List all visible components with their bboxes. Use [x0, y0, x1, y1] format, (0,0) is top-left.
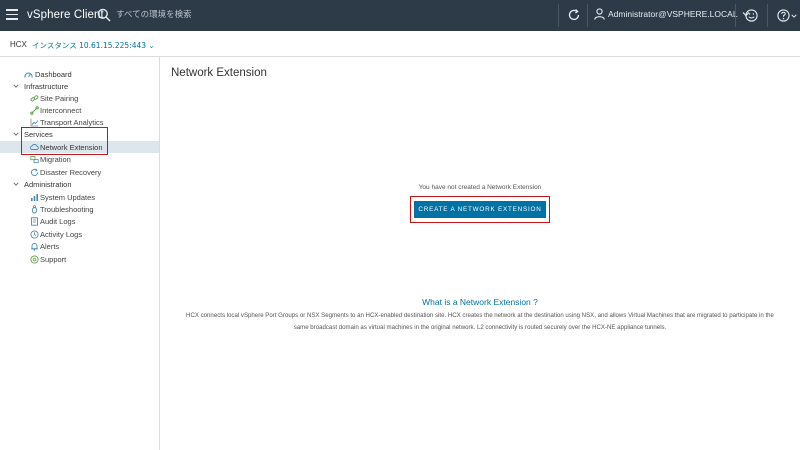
sidebar-group-administration[interactable]: Administration: [0, 178, 159, 190]
search-icon: [97, 8, 111, 22]
empty-state-message: You have not created a Network Extension: [418, 184, 542, 191]
sidebar-item-support[interactable]: Support: [0, 253, 159, 265]
sidebar-item-label: System Updates: [40, 192, 96, 202]
sidebar-group-services[interactable]: Services: [0, 128, 159, 140]
sidebar-item-site-pairing[interactable]: Site Pairing: [0, 92, 159, 104]
sidebar-group-infrastructure[interactable]: Infrastructure: [0, 80, 159, 92]
sidebar-item-label: Support: [40, 254, 67, 264]
hamburger-menu-icon[interactable]: [6, 9, 18, 21]
sidebar-item-migration[interactable]: Migration: [0, 153, 159, 165]
user-label: Administrator@VSPHERE.LOCAL: [608, 9, 738, 19]
sub-header: HCX インスタンス 10.61.15.225:443 ⌄: [0, 31, 800, 57]
app-name: HCX: [10, 40, 27, 49]
sidebar-group-label: Infrastructure: [24, 81, 69, 91]
app-brand[interactable]: vSphere Client: [27, 9, 104, 21]
sidebar-item-interconnect[interactable]: Interconnect: [0, 104, 159, 116]
sidebar-item-network-extension[interactable]: Network Extension: [0, 141, 159, 153]
search-input[interactable]: [116, 7, 266, 23]
instance-selector[interactable]: インスタンス 10.61.15.225:443 ⌄: [32, 40, 155, 51]
feedback-smiley-icon[interactable]: [745, 9, 758, 22]
sidebar-item-alerts[interactable]: Alerts: [0, 240, 159, 252]
bell-icon: [31, 242, 38, 251]
header-divider: [735, 4, 736, 27]
sidebar-item-label: Alerts: [40, 241, 60, 251]
network-extension-icon: [30, 143, 39, 150]
link-icon: [30, 94, 39, 101]
audit-logs-icon: [31, 216, 38, 226]
chevron-down-icon[interactable]: [13, 181, 19, 187]
chart-icon: [30, 118, 39, 126]
sidebar-item-label: Network Extension: [40, 142, 103, 152]
interconnect-icon: [30, 105, 39, 115]
sidebar-item-disaster-recovery[interactable]: Disaster Recovery: [0, 166, 159, 178]
sidebar-item-label: Site Pairing: [40, 93, 79, 103]
sidebar-item-label: Migration: [40, 154, 71, 164]
sidebar-nav: Dashboard Infrastructure Site Pairing In…: [0, 57, 160, 450]
chevron-down-icon[interactable]: [791, 13, 797, 19]
sidebar-item-label: Audit Logs: [40, 216, 76, 226]
sidebar-item-transport-analytics[interactable]: Transport Analytics: [0, 116, 159, 128]
sidebar-item-label: Disaster Recovery: [40, 167, 102, 177]
sidebar-item-activity-logs[interactable]: Activity Logs: [0, 228, 159, 240]
sidebar-item-label: Activity Logs: [40, 229, 83, 239]
sidebar-item-audit-logs[interactable]: Audit Logs: [0, 215, 159, 227]
migration-icon: [30, 155, 39, 163]
troubleshooting-icon: [31, 204, 38, 213]
clock-icon: [30, 229, 39, 239]
create-network-extension-button[interactable]: CREATE A NETWORK EXTENSION: [414, 201, 546, 218]
dashboard-icon: [24, 72, 33, 78]
sidebar-group-label: Administration: [24, 179, 72, 189]
support-icon: [30, 254, 39, 264]
recovery-icon: [30, 167, 39, 176]
sidebar-item-label: Transport Analytics: [40, 117, 104, 127]
global-search[interactable]: [97, 7, 266, 23]
info-description: HCX connects local vSphere Port Groups o…: [186, 312, 774, 331]
sidebar-item-troubleshooting[interactable]: Troubleshooting: [0, 203, 159, 215]
sidebar-item-system-updates[interactable]: System Updates: [0, 191, 159, 203]
info-heading: What is a Network Extension ?: [422, 297, 538, 307]
user-icon: [594, 8, 605, 20]
system-updates-icon: [31, 193, 38, 201]
sidebar-item-label: Troubleshooting: [40, 204, 94, 214]
page-title: Network Extension: [171, 67, 267, 79]
user-menu[interactable]: Administrator@VSPHERE.LOCAL: [594, 8, 750, 20]
header-divider: [558, 4, 559, 27]
sidebar-group-label: Services: [24, 129, 53, 139]
chevron-down-icon[interactable]: [13, 83, 19, 89]
sidebar-item-label: Interconnect: [40, 105, 82, 115]
refresh-icon[interactable]: [567, 8, 581, 22]
main-content: Network Extension You have not created a…: [160, 57, 800, 450]
sidebar-item-dashboard[interactable]: Dashboard: [0, 68, 159, 80]
chevron-down-icon[interactable]: [13, 131, 19, 137]
header-divider: [767, 4, 768, 27]
header-divider: [587, 4, 588, 27]
help-icon[interactable]: [777, 9, 790, 22]
sidebar-item-label: Dashboard: [35, 69, 72, 79]
top-header: vSphere Client Administrator@VSPHERE.LOC…: [0, 0, 800, 31]
